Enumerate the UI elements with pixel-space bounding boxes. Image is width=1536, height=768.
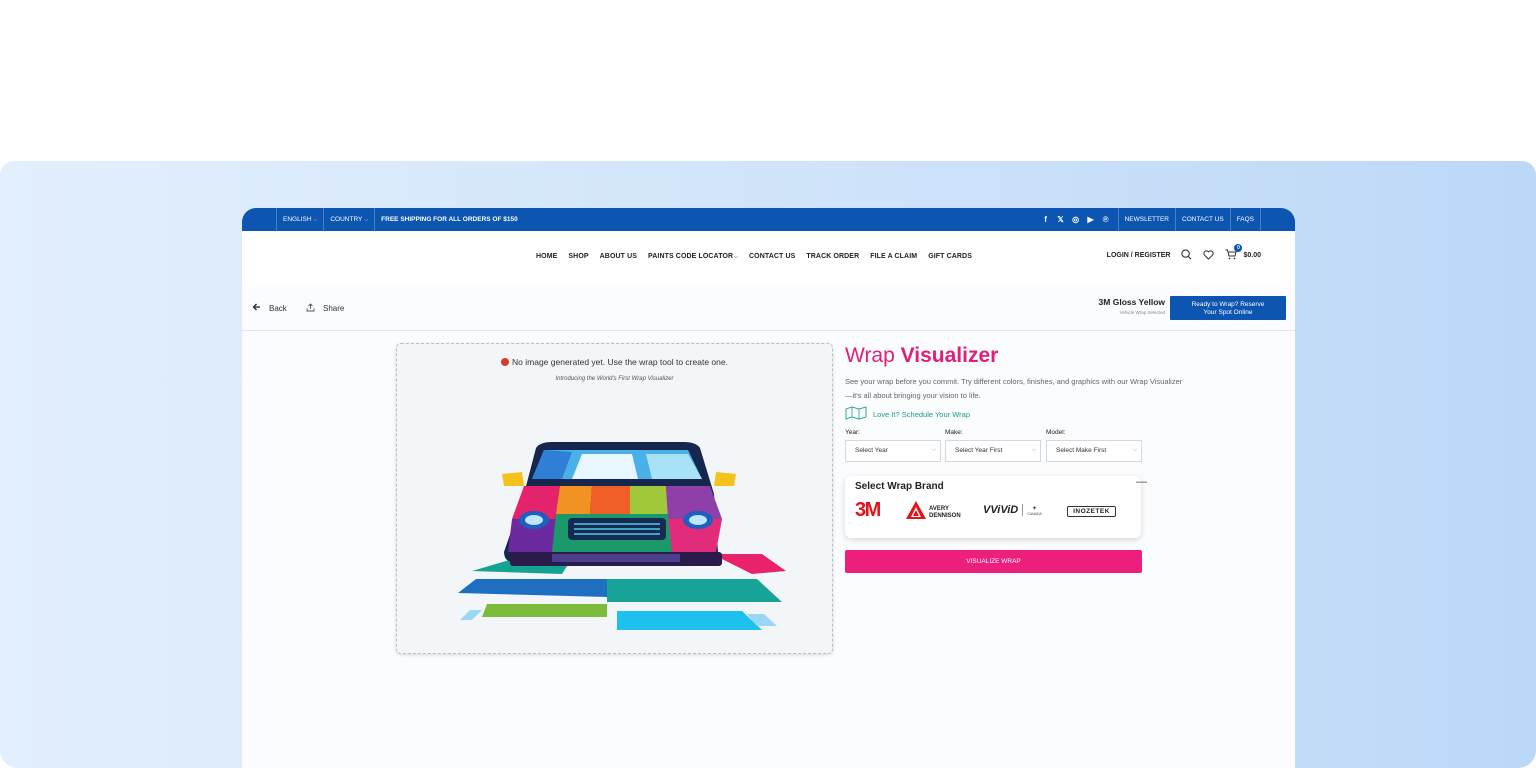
nav-item-about-us[interactable]: ABOUT US: [600, 253, 637, 260]
facebook-icon[interactable]: f: [1042, 215, 1050, 224]
red-dot-icon: [501, 358, 510, 366]
preview-intro: Introducing the World's First Wrap Visua…: [555, 376, 674, 382]
schedule-wrap-link[interactable]: Love It? Schedule Your Wrap: [845, 406, 970, 422]
brand-vvivid[interactable]: VViViD ✦ CANADA: [983, 504, 1042, 516]
nav-item-paints-code-locator[interactable]: PAINTS CODE LOCATOR⌵: [648, 253, 738, 260]
arrow-left-icon: [252, 303, 261, 313]
page-title: Wrap Visualizer: [845, 344, 999, 367]
action-row: Back Share 3M Gloss Yellow Vehicle Wrap …: [242, 287, 1295, 331]
youtube-icon[interactable]: ▶: [1087, 215, 1095, 224]
top-bar: ENGLISH ⌵ COUNTRY ⌵ FREE SHIPPING FOR ALL …: [242, 208, 1295, 231]
login-register-link[interactable]: LOGIN / REGISTER: [1107, 252, 1171, 259]
shipping-banner: FREE SHIPPING FOR ALL ORDERS OF $150: [381, 216, 518, 223]
search-icon[interactable]: [1181, 249, 1192, 262]
selected-wrap-sub: Vehicle Wrap Selected: [1119, 310, 1165, 315]
social-links: f 𝕏 ◎ ▶ ℗: [1042, 208, 1119, 231]
nav-item-contact-us[interactable]: CONTACT US: [749, 253, 795, 260]
car-illustration: [458, 442, 786, 630]
country-select[interactable]: COUNTRY ⌵: [324, 208, 376, 231]
language-select[interactable]: ENGLISH ⌵: [276, 208, 325, 231]
wrap-brand-card: Select Wrap Brand — 3M AVERY DENNISON VVi…: [845, 476, 1147, 538]
selected-wrap-info: 3M Gloss Yellow Vehicle Wrap Selected: [1097, 297, 1165, 315]
nav-item-home[interactable]: HOME: [536, 253, 557, 260]
instagram-icon[interactable]: ◎: [1072, 215, 1080, 224]
chevron-down-icon: ⌵: [1031, 447, 1036, 453]
make-label: Make:: [945, 429, 963, 436]
selected-wrap-name: 3M Gloss Yellow: [1098, 297, 1165, 307]
page-description: See your wrap before you commit. Try dif…: [845, 377, 1183, 400]
cart-button[interactable]: 0 $0.00: [1225, 244, 1261, 262]
preview-message: No image generated yet. Use the wrap too…: [397, 357, 832, 367]
faqs-link[interactable]: FAQS: [1231, 208, 1261, 231]
make-select[interactable]: Select Year First ⌵: [945, 440, 1041, 462]
back-button[interactable]: Back: [252, 303, 287, 313]
model-group: Model: Select Make First ⌵: [1046, 429, 1142, 462]
map-icon: [845, 406, 867, 422]
share-button[interactable]: Share: [306, 303, 344, 314]
brand-card-title: Select Wrap Brand: [855, 481, 944, 492]
wrap-preview-panel: No image generated yet. Use the wrap too…: [396, 343, 833, 654]
chevron-down-icon: ⌵: [931, 447, 936, 453]
reserve-spot-button[interactable]: Ready to Wrap? Reserve Your Spot Online: [1170, 296, 1286, 320]
heart-icon[interactable]: [1203, 249, 1215, 262]
chevron-down-icon: ⌵: [313, 216, 318, 223]
year-label: Year:: [845, 429, 860, 436]
x-icon[interactable]: 𝕏: [1057, 215, 1065, 224]
nav-item-shop[interactable]: SHOP: [568, 253, 588, 260]
cart-count-badge: 0: [1234, 244, 1243, 252]
newsletter-link[interactable]: NEWSLETTER: [1119, 208, 1176, 231]
year-select[interactable]: Select Year ⌵: [845, 440, 941, 462]
make-group: Make: Select Year First ⌵: [945, 429, 1041, 462]
nav-menu: HOME SHOP ABOUT US PAINTS CODE LOCATOR⌵ …: [536, 253, 972, 260]
brand-avery-dennison[interactable]: AVERY DENNISON: [905, 500, 961, 525]
share-icon: [306, 303, 315, 314]
avery-logo-icon: [905, 500, 927, 525]
main-nav: HOME SHOP ABOUT US PAINTS CODE LOCATOR⌵ …: [242, 231, 1295, 287]
pinterest-icon[interactable]: ℗: [1102, 215, 1110, 224]
chevron-down-icon: ⌵: [734, 254, 739, 260]
browser-window: ENGLISH ⌵ COUNTRY ⌵ FREE SHIPPING FOR ALL …: [242, 208, 1295, 768]
brand-3m[interactable]: 3M: [855, 499, 881, 522]
contact-us-top-link[interactable]: CONTACT US: [1176, 208, 1231, 231]
chevron-down-icon: ⌵: [364, 216, 369, 223]
collapse-icon[interactable]: —: [1136, 476, 1147, 488]
model-label: Model:: [1046, 429, 1066, 436]
nav-item-track-order[interactable]: TRACK ORDER: [806, 253, 859, 260]
model-select[interactable]: Select Make First ⌵: [1046, 440, 1142, 462]
visualize-wrap-button[interactable]: VISUALIZE WRAP: [845, 550, 1142, 573]
cart-total: $0.00: [1243, 252, 1261, 259]
nav-item-gift-cards[interactable]: GIFT CARDS: [928, 253, 972, 260]
nav-item-file-a-claim[interactable]: FILE A CLAIM: [870, 253, 917, 260]
year-group: Year: Select Year ⌵: [845, 429, 941, 462]
chevron-down-icon: ⌵: [1132, 447, 1137, 453]
brand-inozetek[interactable]: INOZETEK: [1067, 506, 1116, 517]
